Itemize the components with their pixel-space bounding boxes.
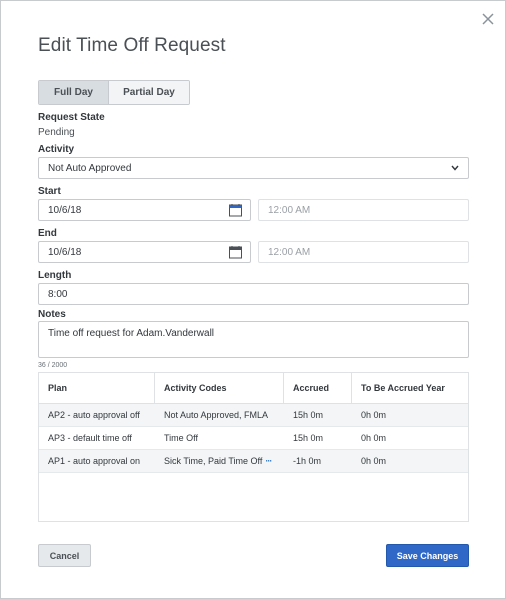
activity-label: Activity	[38, 144, 75, 155]
start-date-value: 10/6/18	[48, 204, 82, 216]
length-label: Length	[38, 270, 72, 281]
end-label: End	[38, 228, 57, 239]
cell-activity-codes-text: Sick Time, Paid Time Off	[164, 456, 263, 466]
request-state-value: Pending	[38, 127, 75, 138]
close-icon[interactable]	[481, 12, 495, 26]
notes-label: Notes	[38, 309, 66, 320]
plans-table: Plan Activity Codes Accrued To Be Accrue…	[38, 372, 469, 522]
edit-time-off-dialog: Edit Time Off Request Full Day Partial D…	[0, 0, 506, 599]
more-codes-indicator[interactable]: ···	[265, 456, 272, 466]
cell-accrued: -1h 0m	[293, 456, 322, 466]
cancel-button[interactable]: Cancel	[38, 544, 91, 567]
table-row[interactable]: AP1 - auto approval on Sick Time, Paid T…	[39, 450, 468, 473]
notes-character-count: 36 / 2000	[38, 362, 68, 369]
request-state-label: Request State	[38, 112, 105, 123]
start-label: Start	[38, 186, 61, 197]
end-time-input[interactable]: 12:00 AM	[258, 241, 469, 263]
day-type-toggle: Full Day Partial Day	[38, 80, 190, 105]
length-input[interactable]: 8:00	[38, 283, 469, 305]
dialog-title: Edit Time Off Request	[38, 35, 226, 56]
cell-accrued: 15h 0m	[293, 410, 324, 420]
activity-select[interactable]: Not Auto Approved	[38, 157, 469, 179]
end-date-input[interactable]: 10/6/18	[38, 241, 251, 263]
cell-activity-codes: Sick Time, Paid Time Off ···	[155, 450, 284, 472]
end-date-value: 10/6/18	[48, 246, 82, 258]
save-changes-button[interactable]: Save Changes	[386, 544, 469, 567]
tab-full-day[interactable]: Full Day	[39, 81, 109, 104]
cell-activity-codes: Not Auto Approved, FMLA	[164, 410, 269, 420]
calendar-icon[interactable]	[229, 204, 242, 217]
column-header-accrued[interactable]: Accrued	[284, 373, 352, 403]
start-date-input[interactable]: 10/6/18	[38, 199, 251, 221]
cell-plan: AP3 - default time off	[48, 433, 132, 443]
notes-textarea[interactable]: Time off request for Adam.Vanderwall	[38, 321, 469, 358]
column-header-activity-codes[interactable]: Activity Codes	[155, 373, 284, 403]
tab-partial-day[interactable]: Partial Day	[109, 81, 189, 104]
cell-activity-codes: Time Off	[164, 433, 199, 443]
column-header-plan[interactable]: Plan	[39, 373, 155, 403]
start-time-placeholder: 12:00 AM	[268, 204, 311, 216]
cell-accrued: 15h 0m	[293, 433, 324, 443]
start-time-input[interactable]: 12:00 AM	[258, 199, 469, 221]
activity-select-value: Not Auto Approved	[48, 162, 132, 174]
cell-plan: AP2 - auto approval off	[48, 410, 140, 420]
column-header-to-be-accrued-year[interactable]: To Be Accrued Year	[352, 373, 468, 403]
calendar-icon[interactable]	[229, 246, 242, 259]
cell-plan: AP1 - auto approval on	[48, 456, 141, 466]
cell-to-be-accrued: 0h 0m	[361, 456, 387, 466]
cell-to-be-accrued: 0h 0m	[361, 410, 387, 420]
cell-to-be-accrued: 0h 0m	[361, 433, 387, 443]
end-time-placeholder: 12:00 AM	[268, 246, 311, 258]
chevron-down-icon	[451, 165, 459, 171]
table-row[interactable]: AP3 - default time off Time Off 15h 0m 0…	[39, 427, 468, 450]
length-value: 8:00	[48, 288, 68, 300]
table-header: Plan Activity Codes Accrued To Be Accrue…	[39, 373, 468, 404]
table-row[interactable]: AP2 - auto approval off Not Auto Approve…	[39, 404, 468, 427]
